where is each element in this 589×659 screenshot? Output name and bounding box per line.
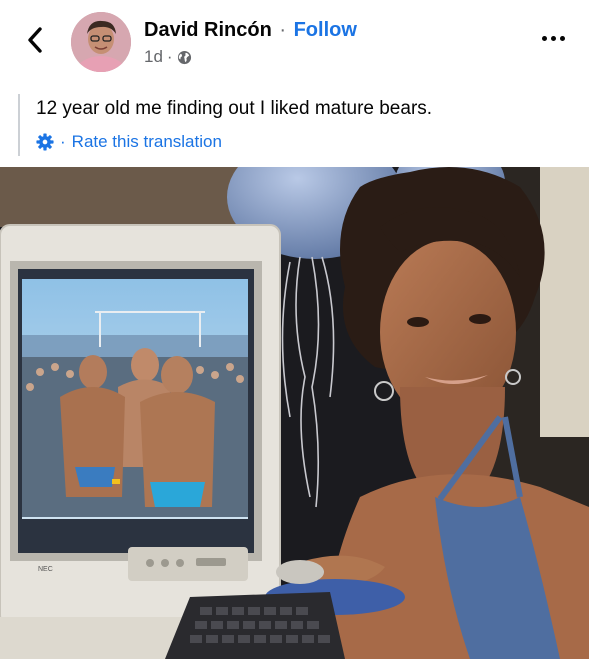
avatar-image xyxy=(71,12,131,72)
more-options-dot xyxy=(559,35,565,41)
post-photo[interactable]: NEC xyxy=(0,167,589,659)
more-options-dot xyxy=(541,35,547,41)
post-meta: 1d · xyxy=(144,47,192,67)
back-button[interactable] xyxy=(22,24,48,56)
rate-translation-link[interactable]: Rate this translation xyxy=(72,132,222,152)
keyboard xyxy=(165,592,345,659)
translation-quote-bar xyxy=(18,94,20,156)
post-caption: 12 year old me finding out I liked matur… xyxy=(36,98,433,119)
avatar[interactable] xyxy=(71,12,131,72)
name-separator: · xyxy=(279,19,287,41)
rate-separator: · xyxy=(60,132,66,151)
post-time[interactable]: 1d xyxy=(144,47,163,67)
gear-icon xyxy=(36,133,54,151)
more-options-dot xyxy=(550,35,556,41)
post-header: David Rincón · Follow 1d · xyxy=(0,0,589,80)
author-name[interactable]: David Rincón xyxy=(144,19,272,41)
chevron-left-icon xyxy=(28,27,42,53)
monitor-brand: NEC xyxy=(38,566,53,573)
rate-translation-row: · Rate this translation xyxy=(36,132,222,152)
time-separator: · xyxy=(166,47,173,66)
author-line: David Rincón · Follow xyxy=(144,19,357,42)
more-options-button[interactable] xyxy=(536,28,570,48)
globe-icon xyxy=(177,50,191,64)
screen-photo xyxy=(22,279,248,519)
follow-button[interactable]: Follow xyxy=(294,19,357,41)
meme-image: NEC xyxy=(0,167,589,659)
